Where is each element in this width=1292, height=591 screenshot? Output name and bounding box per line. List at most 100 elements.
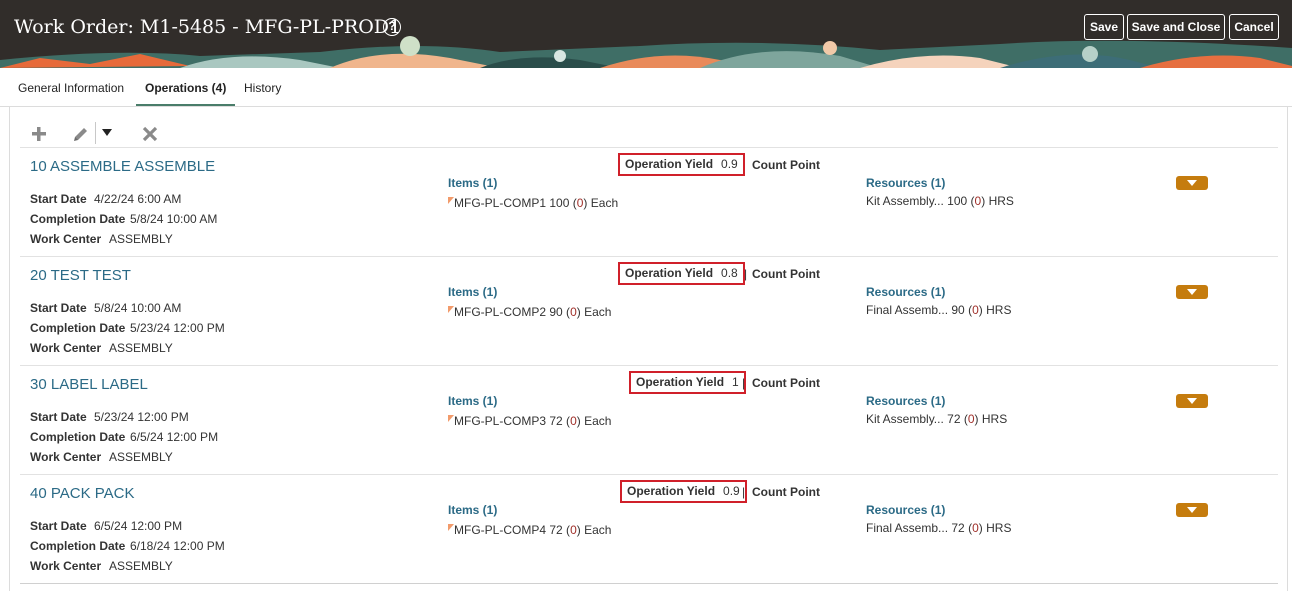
- resource-uom: HRS: [986, 521, 1012, 535]
- separator-pipe: |: [742, 376, 746, 390]
- close-x-icon[interactable]: [142, 126, 158, 142]
- resource-uom: HRS: [988, 194, 1014, 208]
- resource-line: Kit Assembly... 100 (0) HRS: [866, 194, 1014, 208]
- items-link[interactable]: Items (1): [448, 285, 497, 299]
- row-actions-dropdown-icon[interactable]: [1176, 503, 1208, 517]
- resource-name: Final Assemb...: [866, 303, 949, 317]
- resource-charged-quantity: 0: [972, 521, 979, 535]
- tab-bar: General Information Operations (4) Histo…: [0, 68, 1292, 107]
- item-line: MFG-PL-COMP1 100 (0) Each: [448, 196, 618, 210]
- items-link[interactable]: Items (1): [448, 394, 497, 408]
- pencil-icon[interactable]: [72, 125, 90, 143]
- completion-date-label: Completion Date: [30, 212, 126, 226]
- item-quantity: 100: [549, 196, 570, 210]
- operation-row: 30 LABEL LABEL Start Date 5/23/24 12:00 …: [20, 365, 1278, 474]
- operation-yield-value: 0.9: [721, 157, 738, 171]
- operation-yield-box: Operation Yield 0.9: [618, 153, 745, 176]
- resource-quantity: 90: [951, 303, 965, 317]
- resources-link[interactable]: Resources (1): [866, 285, 945, 299]
- item-name: MFG-PL-COMP1: [454, 196, 547, 210]
- dropdown-arrow-icon[interactable]: [102, 129, 112, 137]
- item-line: MFG-PL-COMP3 72 (0) Each: [448, 414, 611, 428]
- toolbar-separator: [95, 122, 96, 144]
- resource-name: Kit Assembly...: [866, 412, 944, 426]
- row-actions-dropdown-icon[interactable]: [1176, 176, 1208, 190]
- completion-date-label: Completion Date: [30, 321, 126, 335]
- cancel-button[interactable]: Cancel: [1229, 14, 1279, 40]
- list-bottom-divider: [20, 583, 1278, 584]
- operation-row: 10 ASSEMBLE ASSEMBLE Start Date 4/22/24 …: [20, 147, 1278, 256]
- question-circle-icon[interactable]: ?: [383, 18, 401, 36]
- count-point-label: Count Point: [752, 158, 820, 172]
- resource-line: Final Assemb... 90 (0) HRS: [866, 303, 1012, 317]
- operation-yield-box: Operation Yield 0.9: [620, 480, 747, 503]
- separator-pipe: |: [742, 485, 746, 499]
- start-date-label: Start Date: [30, 519, 87, 533]
- save-and-close-button[interactable]: Save and Close: [1127, 14, 1225, 40]
- start-date-value: 5/23/24 12:00 PM: [94, 410, 189, 424]
- item-issued-quantity: 0: [570, 523, 577, 537]
- item-line: MFG-PL-COMP2 90 (0) Each: [448, 305, 611, 319]
- item-quantity: 72: [549, 414, 563, 428]
- item-name: MFG-PL-COMP3: [454, 414, 547, 428]
- resource-name: Kit Assembly...: [866, 194, 944, 208]
- completion-date-label: Completion Date: [30, 539, 126, 553]
- operation-row: 20 TEST TEST Start Date 5/8/24 10:00 AM …: [20, 256, 1278, 365]
- start-date-label: Start Date: [30, 192, 87, 206]
- item-issued-quantity: 0: [576, 196, 584, 210]
- item-name: MFG-PL-COMP2: [454, 305, 547, 319]
- operation-yield-label: Operation Yield: [627, 484, 716, 498]
- count-point-label: Count Point: [752, 485, 820, 499]
- completion-date-value: 6/5/24 12:00 PM: [130, 430, 219, 444]
- resource-uom: HRS: [986, 303, 1012, 317]
- resource-quantity: 72: [947, 412, 961, 426]
- work-center-label: Work Center: [30, 232, 102, 246]
- work-center-value: ASSEMBLY: [109, 559, 173, 573]
- start-date-label: Start Date: [30, 301, 87, 315]
- items-link[interactable]: Items (1): [448, 503, 497, 517]
- completion-date-value: 5/23/24 12:00 PM: [130, 321, 225, 335]
- item-issued-quantity: 0: [570, 305, 577, 319]
- operation-yield-box: Operation Yield 1: [629, 371, 746, 394]
- resource-quantity: 72: [951, 521, 965, 535]
- work-center-label: Work Center: [30, 450, 102, 464]
- resource-charged-quantity: 0: [972, 303, 979, 317]
- count-point-label: Count Point: [752, 376, 820, 390]
- resource-charged-quantity: 0: [974, 194, 982, 208]
- operation-title-link[interactable]: 40 PACK PACK: [30, 485, 135, 502]
- resources-link[interactable]: Resources (1): [866, 176, 945, 190]
- tab-operations[interactable]: Operations (4): [145, 81, 226, 95]
- item-quantity: 90: [549, 305, 563, 319]
- resource-line: Kit Assembly... 72 (0) HRS: [866, 412, 1008, 426]
- work-center-label: Work Center: [30, 559, 102, 573]
- save-button[interactable]: Save: [1084, 14, 1124, 40]
- item-issued-quantity: 0: [570, 414, 577, 428]
- item-uom: Each: [584, 523, 612, 537]
- items-link[interactable]: Items (1): [448, 176, 497, 190]
- item-uom: Each: [584, 414, 612, 428]
- count-point-label: Count Point: [752, 267, 820, 281]
- start-date-value: 5/8/24 10:00 AM: [94, 301, 182, 315]
- resources-link[interactable]: Resources (1): [866, 394, 945, 408]
- tab-history[interactable]: History: [244, 81, 281, 95]
- operation-yield-value: 1: [732, 375, 739, 389]
- resources-link[interactable]: Resources (1): [866, 503, 945, 517]
- tab-general-information[interactable]: General Information: [18, 81, 124, 95]
- start-date-value: 4/22/24 6:00 AM: [94, 192, 182, 206]
- resource-charged-quantity: 0: [967, 412, 975, 426]
- row-actions-dropdown-icon[interactable]: [1176, 285, 1208, 299]
- operation-title-link[interactable]: 30 LABEL LABEL: [30, 376, 148, 393]
- resource-quantity: 100: [947, 194, 968, 208]
- start-date-value: 6/5/24 12:00 PM: [94, 519, 183, 533]
- operation-yield-value: 0.8: [721, 266, 738, 280]
- operation-yield-label: Operation Yield: [625, 266, 714, 280]
- operation-title-link[interactable]: 10 ASSEMBLE ASSEMBLE: [30, 158, 215, 175]
- work-center-value: ASSEMBLY: [109, 232, 173, 246]
- item-name: MFG-PL-COMP4: [454, 523, 547, 537]
- completion-date-label: Completion Date: [30, 430, 126, 444]
- plus-icon[interactable]: [31, 126, 47, 142]
- operation-title-link[interactable]: 20 TEST TEST: [30, 267, 131, 284]
- row-actions-dropdown-icon[interactable]: [1176, 394, 1208, 408]
- work-center-value: ASSEMBLY: [109, 450, 173, 464]
- page-header: Work Order: M1-5485 - MFG-PL-PROD1 ? Sav…: [0, 0, 1292, 68]
